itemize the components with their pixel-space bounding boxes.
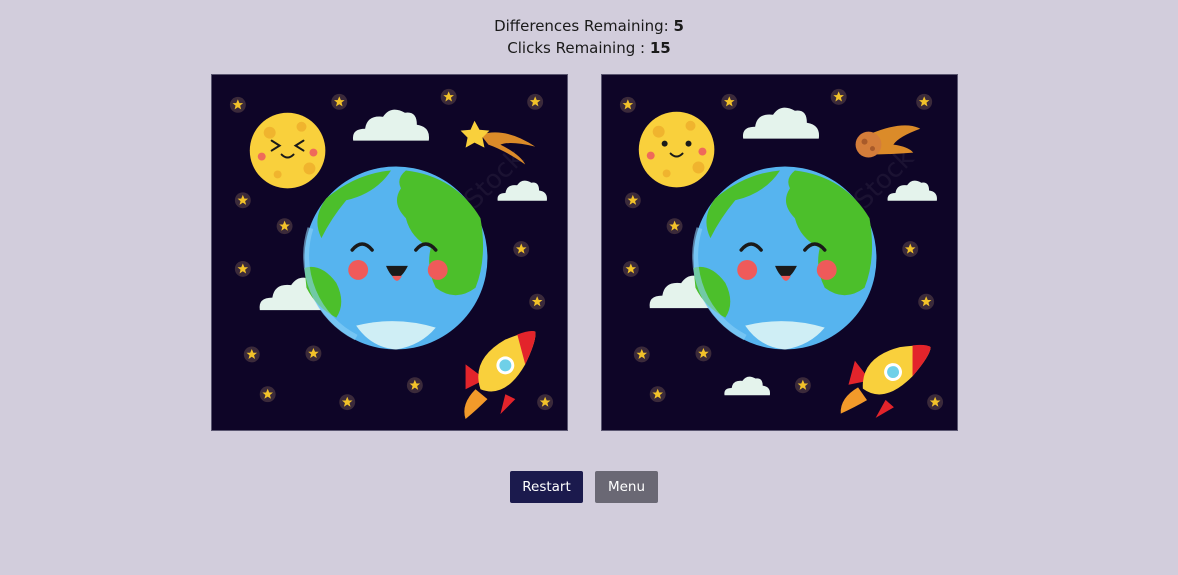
star-icon bbox=[529, 293, 546, 310]
moon-squinting-icon bbox=[248, 111, 327, 190]
star-icon bbox=[259, 386, 276, 403]
differences-remaining-label: Differences Remaining: bbox=[494, 17, 674, 35]
left-image-panel[interactable]: Adobe Stock bbox=[211, 74, 568, 431]
star-icon bbox=[406, 377, 423, 394]
earth-icon bbox=[304, 166, 487, 349]
star-icon bbox=[666, 218, 683, 235]
star-icon bbox=[440, 88, 457, 105]
star-icon bbox=[622, 260, 639, 277]
cloud-icon bbox=[724, 376, 771, 396]
star-icon bbox=[619, 96, 636, 113]
differences-remaining-value: 5 bbox=[673, 17, 684, 35]
star-icon bbox=[649, 386, 666, 403]
menu-button[interactable]: Menu bbox=[595, 471, 658, 503]
star-icon bbox=[331, 93, 348, 110]
restart-button[interactable]: Restart bbox=[510, 471, 583, 503]
clicks-remaining-value: 15 bbox=[649, 39, 671, 57]
star-icon bbox=[537, 394, 554, 411]
clicks-remaining-label: Clicks Remaining : bbox=[507, 39, 650, 57]
star-icon bbox=[916, 93, 933, 110]
rocket-icon bbox=[839, 328, 932, 430]
star-icon bbox=[695, 345, 712, 362]
left-scene-image[interactable]: Adobe Stock bbox=[212, 75, 567, 430]
star-icon bbox=[721, 93, 738, 110]
star-icon bbox=[234, 260, 251, 277]
star-icon bbox=[513, 241, 530, 257]
rocket-icon bbox=[464, 330, 536, 420]
cloud-icon bbox=[742, 107, 820, 139]
star-icon bbox=[830, 88, 847, 105]
star-icon bbox=[794, 377, 811, 394]
star-icon bbox=[229, 96, 246, 113]
star-icon bbox=[927, 394, 944, 411]
differences-remaining-text: Differences Remaining: 5 bbox=[0, 17, 1178, 35]
star-icon bbox=[243, 346, 260, 363]
star-icon bbox=[918, 293, 935, 310]
star-icon bbox=[527, 93, 544, 110]
earth-icon bbox=[693, 166, 876, 349]
star-icon bbox=[339, 394, 356, 411]
right-image-panel[interactable]: Adobe Stock bbox=[601, 74, 958, 431]
star-icon bbox=[276, 218, 293, 235]
cloud-icon bbox=[352, 109, 430, 141]
right-scene-image[interactable]: Adobe Stock bbox=[602, 75, 957, 430]
clicks-remaining-text: Clicks Remaining : 15 bbox=[0, 39, 1178, 57]
star-icon bbox=[624, 192, 641, 209]
moon-open-eyes-icon bbox=[637, 110, 716, 189]
star-icon bbox=[234, 192, 251, 209]
comet-icon bbox=[855, 125, 921, 158]
star-icon bbox=[633, 346, 650, 363]
star-icon bbox=[305, 345, 322, 362]
star-icon bbox=[902, 241, 919, 257]
